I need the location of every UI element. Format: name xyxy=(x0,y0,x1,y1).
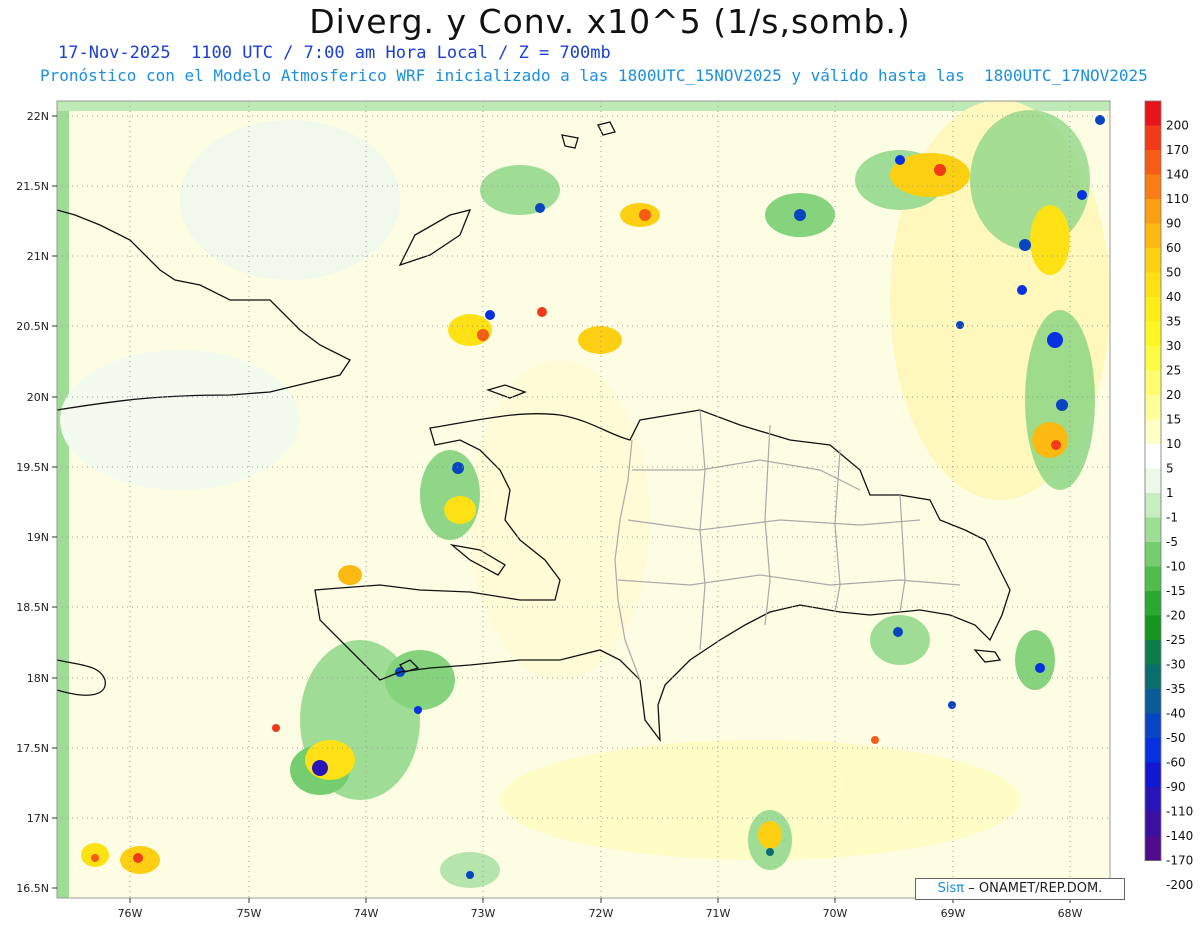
colorbar-label: 60 xyxy=(1166,241,1181,255)
colorbar-swatch xyxy=(1145,346,1161,371)
colorbar-swatch xyxy=(1145,321,1161,347)
colorbar-label: -60 xyxy=(1166,756,1186,770)
colorbar-label: 110 xyxy=(1166,192,1189,206)
lat-label: 22N xyxy=(27,110,49,123)
colorbar-label: 90 xyxy=(1166,217,1181,231)
latitude-labels: 22N 21.5N 21N 20.5N 20N 19.5N 19N 18.5N … xyxy=(16,110,49,895)
lon-label: 68W xyxy=(1058,907,1083,920)
colorbar-swatch xyxy=(1145,150,1161,175)
lat-label: 20.5N xyxy=(16,320,49,333)
credit-box: Sisπ – ONAMET/REP.DOM. xyxy=(915,878,1125,900)
colorbar-swatch xyxy=(1145,297,1161,322)
lat-label: 17.5N xyxy=(16,742,49,755)
colorbar-swatch xyxy=(1145,125,1161,151)
colorbar-label: -1 xyxy=(1166,511,1178,525)
colorbar-swatch xyxy=(1145,272,1161,298)
colorbar-label: -15 xyxy=(1166,584,1186,598)
colorbar-label: 5 xyxy=(1166,462,1174,476)
colorbar-swatch xyxy=(1145,836,1161,861)
map-field xyxy=(57,101,1110,898)
colorbar-swatch xyxy=(1145,689,1161,714)
colorbar-swatch xyxy=(1145,248,1161,273)
colorbar-label: 20 xyxy=(1166,388,1181,402)
lat-label: 21.5N xyxy=(16,180,49,193)
lon-label: 75W xyxy=(237,907,262,920)
lon-label: 71W xyxy=(706,907,731,920)
colorbar-swatch xyxy=(1145,444,1161,469)
colorbar-swatch xyxy=(1145,738,1161,763)
longitude-labels: 76W 75W 74W 73W 72W 71W 70W 69W 68W xyxy=(118,907,1083,920)
colorbar-swatch xyxy=(1145,517,1161,543)
lat-label: 19.5N xyxy=(16,461,49,474)
colorbar-label: -35 xyxy=(1166,682,1186,696)
colorbar-label: -50 xyxy=(1166,731,1186,745)
lat-label: 16.5N xyxy=(16,882,49,895)
colorbar-swatch xyxy=(1145,640,1161,665)
colorbar-swatch xyxy=(1145,419,1161,445)
colorbar-swatch xyxy=(1145,542,1161,567)
lon-label: 69W xyxy=(941,907,966,920)
colorbar-swatch xyxy=(1145,493,1161,518)
lon-label: 72W xyxy=(589,907,614,920)
colorbar-swatch xyxy=(1145,174,1161,200)
lon-label: 70W xyxy=(823,907,848,920)
colorbar: 200 170 140 110 90 60 50 40 35 30 25 20 15 10 5 1 -1 -5 -1… xyxy=(1144,100,1193,892)
colorbar-swatch xyxy=(1145,395,1161,420)
colorbar-swatch xyxy=(1145,591,1161,616)
colorbar-label: 200 xyxy=(1166,119,1189,133)
lat-label: 19N xyxy=(27,531,49,544)
colorbar-label: -25 xyxy=(1166,633,1186,647)
colorbar-label: 30 xyxy=(1166,339,1181,353)
colorbar-label: 10 xyxy=(1166,437,1181,451)
lon-label: 73W xyxy=(471,907,496,920)
colorbar-swatch xyxy=(1145,566,1161,592)
colorbar-swatch xyxy=(1145,468,1161,494)
colorbar-label: -30 xyxy=(1166,658,1186,672)
colorbar-label: -10 xyxy=(1166,560,1186,574)
colorbar-swatch xyxy=(1145,101,1161,126)
colorbar-label: -140 xyxy=(1166,829,1193,843)
credit-brand: Sisπ xyxy=(937,881,965,896)
lat-label: 18N xyxy=(27,672,49,685)
lat-label: 17N xyxy=(27,812,49,825)
colorbar-label: 1 xyxy=(1166,486,1174,500)
colorbar-swatch xyxy=(1145,762,1161,788)
colorbar-label: -200 xyxy=(1166,878,1193,892)
colorbar-swatch xyxy=(1145,664,1161,690)
colorbar-label: -90 xyxy=(1166,780,1186,794)
colorbar-label: 50 xyxy=(1166,266,1181,280)
colorbar-label: 25 xyxy=(1166,364,1181,378)
colorbar-label: 35 xyxy=(1166,315,1181,329)
lat-label: 20N xyxy=(27,391,49,404)
colorbar-swatch xyxy=(1145,713,1161,739)
colorbar-swatch xyxy=(1145,199,1161,224)
lat-label: 18.5N xyxy=(16,601,49,614)
colorbar-swatch xyxy=(1145,223,1161,249)
colorbar-swatch xyxy=(1145,615,1161,641)
colorbar-label: -5 xyxy=(1166,535,1178,549)
colorbar-label: -20 xyxy=(1166,609,1186,623)
lon-label: 76W xyxy=(118,907,143,920)
colorbar-label: 15 xyxy=(1166,413,1181,427)
credit-text: – ONAMET/REP.DOM. xyxy=(968,881,1103,896)
colorbar-swatch xyxy=(1145,787,1161,812)
colorbar-label: 140 xyxy=(1166,168,1189,182)
colorbar-label: 170 xyxy=(1166,143,1189,157)
colorbar-label: -110 xyxy=(1166,805,1193,819)
colorbar-label: -40 xyxy=(1166,707,1186,721)
colorbar-label: -170 xyxy=(1166,854,1193,868)
lat-label: 21N xyxy=(27,250,49,263)
colorbar-label: 40 xyxy=(1166,290,1181,304)
colorbar-swatch xyxy=(1145,811,1161,837)
lon-label: 74W xyxy=(354,907,379,920)
map-figure: 22N 21.5N 21N 20.5N 20N 19.5N 19N 18.5N … xyxy=(16,100,1193,920)
colorbar-swatch xyxy=(1145,370,1161,396)
